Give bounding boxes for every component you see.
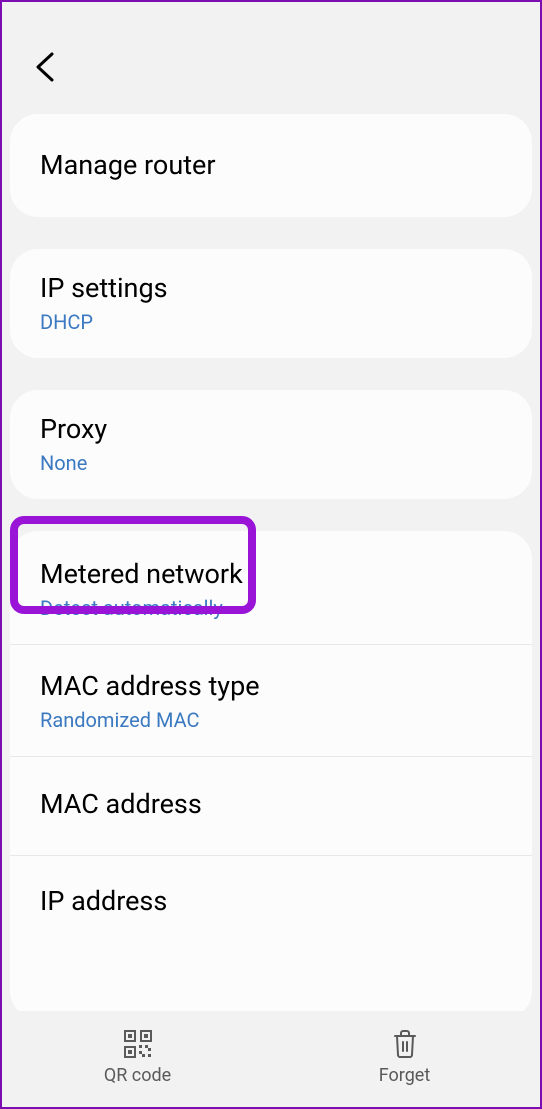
bottom-bar: QR code Forget: [4, 1011, 538, 1107]
forget-label: Forget: [379, 1065, 431, 1086]
mac-type-value: Randomized MAC: [40, 708, 502, 732]
manage-router-item[interactable]: Manage router: [10, 114, 532, 217]
metered-title: Metered network: [40, 557, 502, 592]
mac-address-item[interactable]: MAC address: [10, 757, 532, 855]
ip-settings-value: DHCP: [40, 310, 502, 334]
chevron-left-icon: [32, 50, 58, 84]
ip-settings-title: IP settings: [40, 271, 502, 306]
qr-code-icon: [123, 1029, 153, 1059]
proxy-title: Proxy: [40, 412, 502, 447]
back-button[interactable]: [32, 50, 58, 84]
ip-settings-item[interactable]: IP settings DHCP: [10, 249, 532, 358]
metered-network-item[interactable]: Metered network Detect automatically: [10, 531, 532, 645]
network-details-group: Metered network Detect automatically MAC…: [10, 531, 532, 1018]
forget-button[interactable]: Forget: [271, 1029, 538, 1086]
mac-address-title: MAC address: [40, 787, 502, 822]
manage-router-title: Manage router: [40, 148, 502, 183]
qr-code-button[interactable]: QR code: [4, 1029, 271, 1086]
ip-address-item[interactable]: IP address: [10, 856, 532, 1019]
qr-code-label: QR code: [104, 1065, 171, 1086]
settings-content: Manage router IP settings DHCP Proxy Non…: [2, 114, 540, 1019]
header: [2, 2, 540, 112]
metered-value: Detect automatically: [40, 596, 502, 620]
proxy-value: None: [40, 451, 502, 475]
mac-type-title: MAC address type: [40, 669, 502, 704]
ip-address-title: IP address: [40, 884, 502, 919]
mac-address-type-item[interactable]: MAC address type Randomized MAC: [10, 645, 532, 757]
proxy-item[interactable]: Proxy None: [10, 390, 532, 499]
trash-icon: [391, 1029, 419, 1059]
